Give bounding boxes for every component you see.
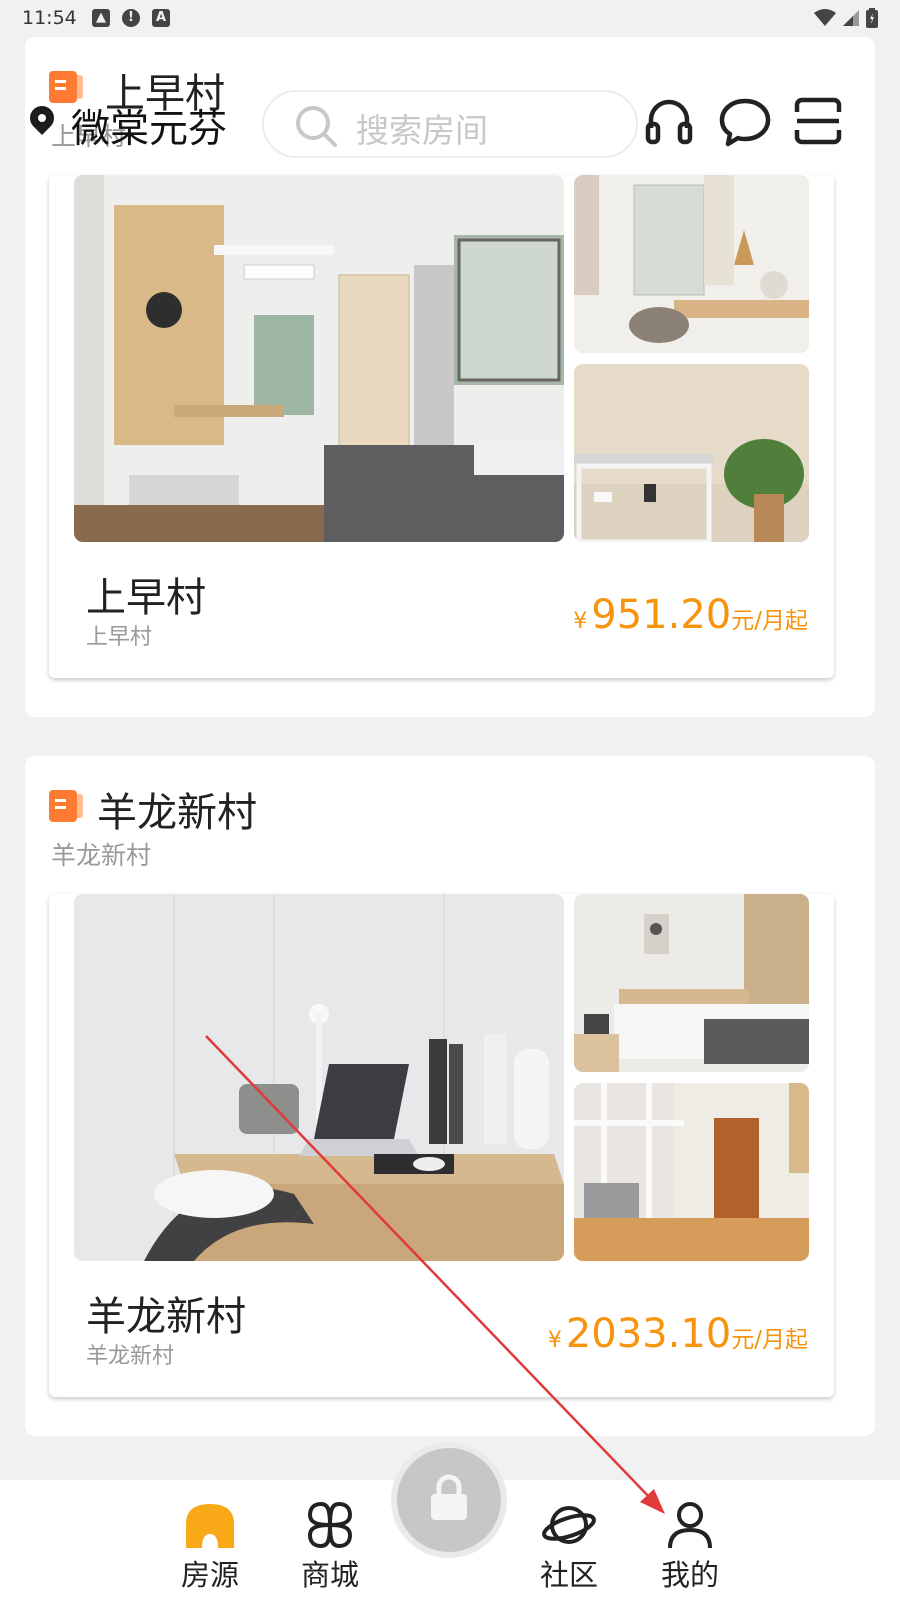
signal-icon [843,10,859,26]
listing-card[interactable]: 羊龙新村 羊龙新村 ¥ 2033.10 元/月起 [49,894,834,1397]
listing-main-photo [74,894,564,1261]
price-amount: 2033.10 [565,1311,732,1357]
listing-name: 羊龙新村 [86,1294,246,1340]
lock-icon [431,1474,467,1520]
four-petal-icon [307,1501,353,1549]
price-unit: 元/月起 [731,1327,808,1353]
listing-name: 上早村 [86,575,206,621]
location-pin-icon [25,101,59,135]
search-icon [296,106,337,147]
listing-card[interactable]: 上早村 上早村 ¥ 951.20 元/月起 [49,175,834,678]
building-icon [49,790,83,822]
status-time: 11:54 [22,7,77,29]
price-unit: 元/月起 [731,608,808,634]
wifi-icon [814,9,836,26]
alert-icon: ! [122,9,140,27]
battery-icon [866,8,878,28]
price-currency: ¥ [547,1328,562,1353]
font-icon: A [152,9,170,27]
listing-price: ¥ 2033.10 元/月起 [548,1311,808,1357]
scan-icon[interactable] [793,96,843,146]
search-placeholder: 搜索房间 [356,111,488,150]
person-icon [668,1502,712,1549]
location-selector[interactable]: 微棠元芬 [71,98,227,154]
tab-community[interactable]: 社区 [524,1500,614,1594]
listing-subtitle: 上早村 [86,625,153,650]
house-icon [186,1504,234,1548]
tab-profile[interactable]: 我的 [645,1500,735,1594]
group-title: 羊龙新村 [97,790,257,836]
center-lock-button[interactable] [397,1448,501,1552]
price-currency: ¥ [573,609,588,634]
search-input[interactable]: 搜索房间 [262,90,638,158]
listing-price: ¥ 951.20 元/月起 [573,592,808,638]
listing-thumb-photo [574,1083,809,1261]
price-amount: 951.20 [591,592,732,638]
listing-thumb-photo [574,894,809,1072]
tab-mall[interactable]: 商城 [285,1500,375,1594]
tab-listings[interactable]: 房源 [165,1500,255,1594]
listing-subtitle: 羊龙新村 [86,1344,175,1369]
listing-main-photo [74,175,564,542]
group-subtitle: 羊龙新村 [51,841,152,870]
status-bar: 11:54 ▲ ! A [0,0,900,36]
top-bar: 微棠元芬 搜索房间 [25,80,875,170]
listing-thumb-photo [574,364,809,542]
planet-icon [542,1506,596,1544]
listing-group: 羊龙新村 羊龙新村 羊龙新村 羊龙新村 ¥ 2033.10 元/月起 [25,756,875,1436]
chat-bubble-icon[interactable] [717,96,773,148]
listing-thumb-photo [574,175,809,353]
headset-icon[interactable] [643,96,695,148]
gallery-icon: ▲ [92,9,110,27]
